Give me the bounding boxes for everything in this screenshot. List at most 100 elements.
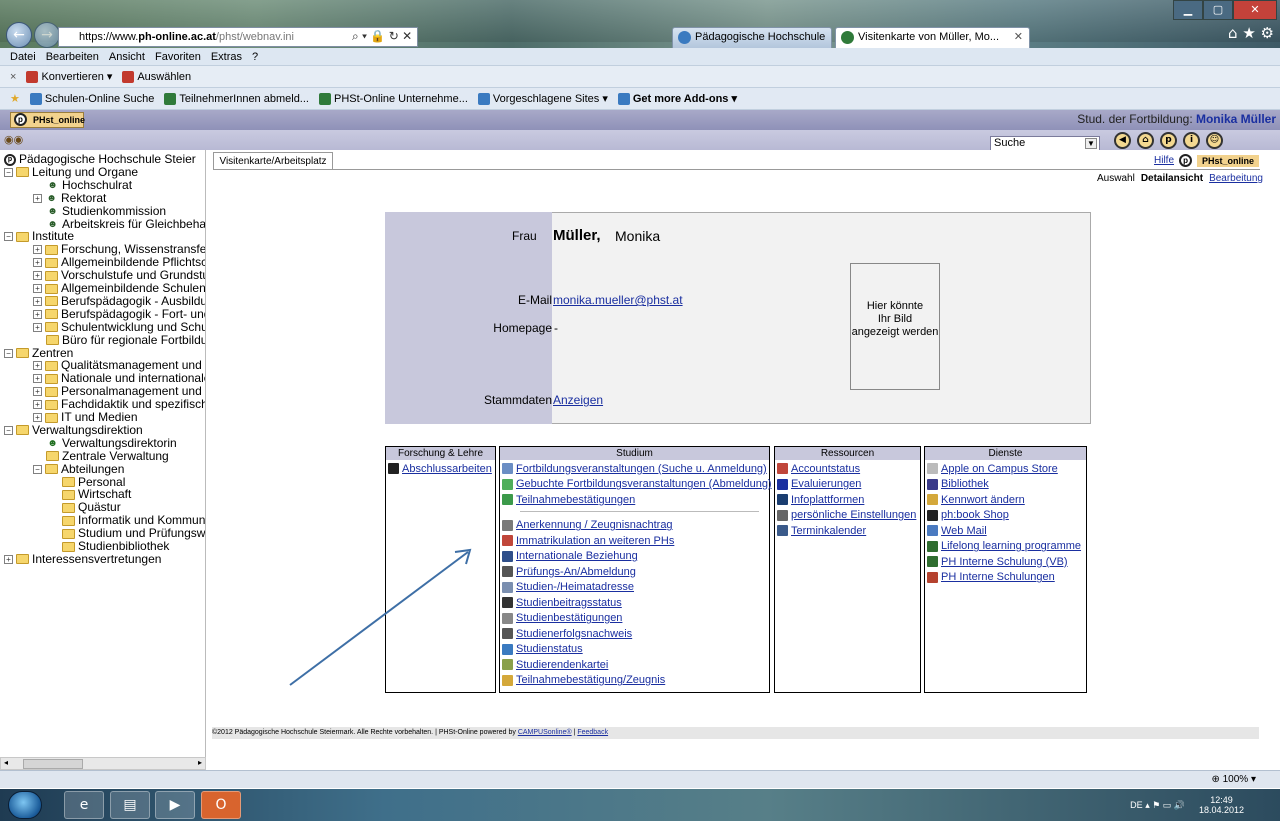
expand-icon[interactable]: + xyxy=(33,413,42,422)
office-taskbar-icon[interactable]: O xyxy=(201,791,241,819)
expand-icon[interactable]: + xyxy=(33,387,42,397)
people-app-icon[interactable]: ☺ xyxy=(1206,132,1223,149)
menu-extras[interactable]: Extras xyxy=(211,51,242,63)
collapse-icon[interactable]: − xyxy=(33,464,42,474)
menu-bearbeiten[interactable]: Bearbeiten xyxy=(46,51,99,63)
tree-node[interactable]: + Schulentwicklung und Schu xyxy=(33,320,205,334)
menu-ansicht[interactable]: Ansicht xyxy=(109,51,145,63)
menu-favoriten[interactable]: Favoriten xyxy=(155,51,201,63)
item-link[interactable]: Studienbestätigungen xyxy=(516,612,622,624)
tab-visitenkarte[interactable]: Visitenkarte/Arbeitsplatz xyxy=(213,152,333,170)
start-button[interactable] xyxy=(8,791,42,819)
item-link[interactable]: Web Mail xyxy=(941,525,987,537)
fav-teilnehmer[interactable]: TeilnehmerInnen abmeld... xyxy=(164,92,309,105)
tree-node[interactable]: + ☻ Rektorat xyxy=(33,191,106,205)
close-window-button[interactable]: ✕ xyxy=(1233,0,1277,20)
campusonline-link[interactable]: CAMPUSonline® xyxy=(518,729,572,736)
expand-icon[interactable]: + xyxy=(33,400,42,410)
item-link[interactable]: Accountstatus xyxy=(791,463,860,475)
expand-icon[interactable]: + xyxy=(33,309,42,319)
minimize-button[interactable]: ▁ xyxy=(1173,0,1203,20)
item-link[interactable]: Fortbildungsveranstaltungen (Suche u. An… xyxy=(516,463,767,475)
feedback-link[interactable]: Feedback xyxy=(577,729,608,736)
menu-help[interactable]: ? xyxy=(252,51,258,63)
item-link[interactable]: Gebuchte Fortbildungsveranstaltungen (Ab… xyxy=(516,478,772,490)
scrollbar-thumb[interactable] xyxy=(23,759,83,769)
favorites-star-icon[interactable]: ★ xyxy=(10,92,20,105)
maximize-button[interactable]: ▢ xyxy=(1203,0,1233,20)
help-link[interactable]: Hilfe xyxy=(1154,155,1174,166)
home-app-icon[interactable]: ⌂ xyxy=(1137,132,1154,149)
item-link[interactable]: ph:book Shop xyxy=(941,509,1009,521)
collapse-icon[interactable]: − xyxy=(4,167,13,177)
tree-node[interactable]: + Berufspädagogik - Ausbildu xyxy=(33,294,205,308)
tree-node[interactable]: − Abteilungen xyxy=(33,462,124,476)
expand-icon[interactable]: + xyxy=(33,271,42,281)
home-icon[interactable]: ⌂ xyxy=(1228,24,1238,42)
scroll-right-icon[interactable]: ▸ xyxy=(198,758,202,767)
close-bar-icon[interactable]: × xyxy=(10,71,16,83)
expand-icon[interactable]: + xyxy=(33,374,42,384)
item-link[interactable]: PH Interne Schulung (VB) xyxy=(941,556,1068,568)
email-link[interactable]: monika.mueller@phst.at xyxy=(553,293,683,307)
tree-node[interactable]: + Berufspädagogik - Fort- und xyxy=(33,307,205,321)
collapse-icon[interactable]: − xyxy=(4,232,13,242)
item-link[interactable]: Studienerfolgsnachweis xyxy=(516,628,632,640)
app-tab[interactable]: p PHst_online xyxy=(10,112,85,128)
expand-icon[interactable]: + xyxy=(33,322,42,332)
fav-schulen-online[interactable]: Schulen-Online Suche xyxy=(29,92,154,105)
item-link[interactable]: Lifelong learning programme xyxy=(941,540,1081,552)
user-name-link[interactable]: Monika Müller xyxy=(1196,112,1276,126)
search-select[interactable]: Suche ▼ xyxy=(990,136,1100,151)
convert-button[interactable]: Konvertieren ▾ xyxy=(26,70,112,83)
expand-icon[interactable]: + xyxy=(33,245,42,255)
item-link[interactable]: PH Interne Schulungen xyxy=(941,571,1055,583)
item-link[interactable]: persönliche Einstellungen xyxy=(791,509,916,521)
item-link[interactable]: Prüfungs-An/Abmeldung xyxy=(516,566,636,578)
tree-node[interactable]: ☻ Studienkommission xyxy=(46,204,166,218)
expand-icon[interactable]: + xyxy=(33,258,42,268)
view-edit-link[interactable]: Bearbeitung xyxy=(1209,173,1263,184)
tree-node[interactable]: Büro für regionale Fortbildu xyxy=(46,333,205,347)
browser-tab-1[interactable]: Pädagogische Hochschule Stei... xyxy=(672,27,832,62)
expand-icon[interactable]: + xyxy=(33,193,42,203)
stammdaten-link[interactable]: Anzeigen xyxy=(553,393,603,407)
fav-addons[interactable]: Get more Add-ons ▾ xyxy=(617,92,737,105)
expand-icon[interactable]: + xyxy=(33,284,42,293)
zoom-control[interactable]: ⊕ 100% ▾ xyxy=(1211,774,1256,785)
gear-icon[interactable]: ⚙ xyxy=(1261,24,1274,42)
item-link[interactable]: Internationale Beziehung xyxy=(516,550,638,562)
item-link[interactable]: Apple on Campus Store xyxy=(941,463,1058,475)
tree-node[interactable]: ☻ Verwaltungsdirektorin xyxy=(46,436,177,450)
expand-icon[interactable]: + xyxy=(33,296,42,306)
close-tab-icon[interactable]: ✕ xyxy=(1014,28,1023,47)
clock[interactable]: 12:49 18.04.2012 xyxy=(1199,795,1244,815)
item-link[interactable]: Anerkennung / Zeugnisnachtrag xyxy=(516,519,673,531)
fav-phst-online[interactable]: PHSt-Online Unternehme... xyxy=(318,92,468,105)
item-link[interactable]: Infoplattformen xyxy=(791,494,864,506)
tree-node[interactable]: ☻ Hochschulrat xyxy=(46,178,132,192)
forward-button[interactable]: → xyxy=(34,22,60,48)
tree-node[interactable]: − Verwaltungsdirektion xyxy=(4,423,143,437)
item-link[interactable]: Terminkalender xyxy=(791,525,866,537)
scroll-left-icon[interactable]: ◂ xyxy=(4,758,8,767)
address-controls[interactable]: ⌕ ▾ 🔒 ↻ ✕ xyxy=(352,29,412,44)
star-icon[interactable]: ★ xyxy=(1242,24,1255,42)
menu-datei[interactable]: Datei xyxy=(10,51,36,63)
item-link[interactable]: Kennwort ändern xyxy=(941,494,1025,506)
collapse-icon[interactable]: − xyxy=(4,425,13,435)
expand-icon[interactable]: + xyxy=(33,361,42,371)
back-app-icon[interactable]: ◀ xyxy=(1114,132,1131,149)
expand-icon[interactable]: + xyxy=(4,554,13,564)
fav-suggested-sites[interactable]: Vorgeschlagene Sites ▾ xyxy=(477,92,608,105)
browser-tab-2[interactable]: Visitenkarte von Müller, Mo... ✕ xyxy=(835,27,1030,48)
explorer-taskbar-icon[interactable]: ▤ xyxy=(110,791,150,819)
item-link[interactable]: Studienstatus xyxy=(516,643,583,655)
language-indicator[interactable]: DE xyxy=(1130,800,1143,810)
collapse-icon[interactable]: − xyxy=(4,348,13,358)
select-button[interactable]: Auswählen xyxy=(122,70,191,83)
item-link[interactable]: Teilnahmebestätigungen xyxy=(516,494,635,506)
item-link[interactable]: Studierendenkartei xyxy=(516,659,608,671)
item-link[interactable]: Abschlussarbeiten xyxy=(402,463,492,475)
tree-node[interactable]: − Leitung und Organe xyxy=(4,165,138,179)
